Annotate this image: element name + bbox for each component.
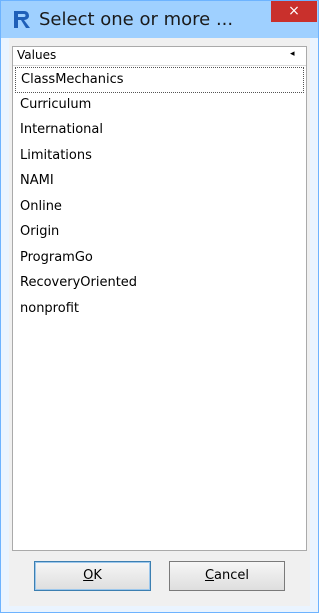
- list-item[interactable]: NAMI: [15, 169, 304, 195]
- dialog-window: Select one or more ... × Values ◂ ClassM…: [0, 0, 319, 613]
- list-body: ClassMechanics Curriculum International …: [15, 67, 304, 322]
- cancel-label-rest: ancel: [214, 568, 250, 583]
- r-logo-icon: [14, 11, 30, 28]
- list-item[interactable]: ProgramGo: [15, 246, 304, 272]
- list-item[interactable]: ClassMechanics: [15, 67, 304, 93]
- ok-label-rest: K: [93, 568, 102, 583]
- title-bar[interactable]: Select one or more ... ×: [1, 1, 318, 38]
- list-item[interactable]: International: [15, 118, 304, 144]
- values-listbox[interactable]: Values ◂ ClassMechanics Curriculum Inter…: [12, 46, 307, 551]
- dialog-client-area: Values ◂ ClassMechanics Curriculum Inter…: [9, 38, 310, 606]
- list-header[interactable]: Values ◂: [13, 47, 306, 66]
- ok-mnemonic: O: [83, 568, 94, 583]
- close-button[interactable]: ×: [271, 1, 317, 22]
- cancel-button[interactable]: Cancel: [169, 561, 285, 591]
- list-item[interactable]: RecoveryOriented: [15, 271, 304, 297]
- list-item[interactable]: nonprofit: [15, 297, 304, 323]
- ok-button[interactable]: OK: [34, 561, 151, 591]
- cancel-mnemonic: C: [204, 568, 215, 583]
- list-item[interactable]: Origin: [15, 220, 304, 246]
- list-item[interactable]: Curriculum: [15, 93, 304, 119]
- list-item[interactable]: Limitations: [15, 144, 304, 170]
- column-header-values: Values: [17, 48, 57, 62]
- sort-arrow-icon[interactable]: ◂: [290, 49, 295, 59]
- list-item[interactable]: Online: [15, 195, 304, 221]
- window-title: Select one or more ...: [39, 9, 234, 30]
